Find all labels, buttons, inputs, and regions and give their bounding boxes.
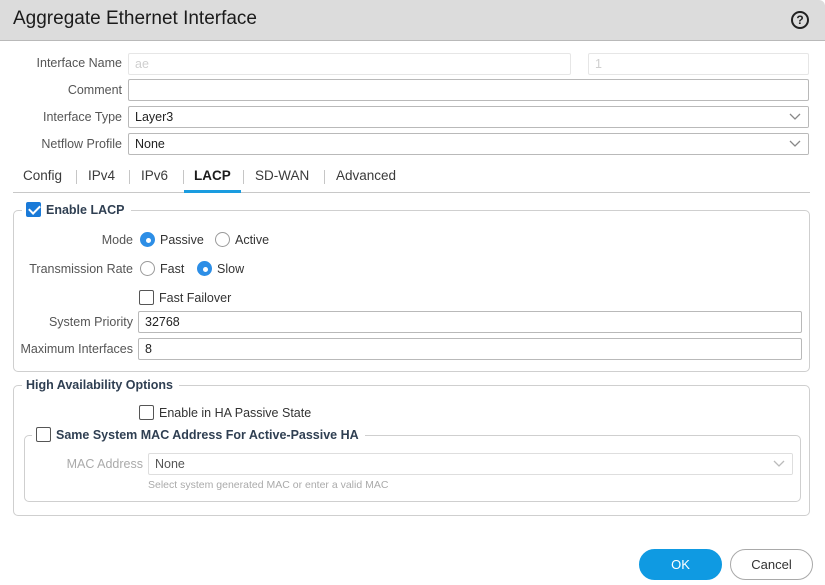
comment-input[interactable] (128, 79, 809, 101)
enable-lacp-label: Enable LACP (46, 202, 125, 217)
netflow-profile-label: Netflow Profile (41, 137, 122, 151)
enable-lacp-checkbox[interactable] (26, 202, 41, 217)
tab-sd-wan[interactable]: SD-WAN (245, 167, 319, 192)
tab-advanced[interactable]: Advanced (326, 167, 406, 192)
interface-type-select[interactable]: Layer3 (128, 106, 809, 128)
interface-type-value: Layer3 (135, 110, 174, 124)
ha-passive-state-label: Enable in HA Passive State (159, 405, 312, 420)
rate-slow-option[interactable]: Slow (197, 261, 244, 276)
dialog-title: Aggregate Ethernet Interface (13, 8, 257, 29)
same-mac-legend: Same System MAC Address For Active-Passi… (32, 427, 365, 442)
mode-passive-radio[interactable] (140, 232, 155, 247)
tab-separator (243, 170, 244, 184)
mode-passive-label: Passive (160, 232, 204, 247)
maximum-interfaces-input[interactable]: 8 (138, 338, 802, 360)
interface-name-label: Interface Name (36, 56, 122, 70)
mac-address-select: None (148, 453, 793, 475)
transmission-rate-label: Transmission Rate (29, 262, 133, 276)
mode-active-radio[interactable] (215, 232, 230, 247)
fast-failover-label: Fast Failover (159, 290, 232, 305)
tab-lacp[interactable]: LACP (184, 167, 241, 193)
mode-passive-option[interactable]: Passive (140, 232, 204, 247)
mac-address-label: MAC Address (66, 457, 143, 471)
fast-failover-option[interactable]: Fast Failover (139, 290, 231, 305)
enable-lacp-legend: Enable LACP (22, 202, 131, 217)
system-priority-label: System Priority (48, 315, 133, 329)
fast-failover-checkbox[interactable] (139, 290, 154, 305)
help-icon[interactable]: ? (791, 11, 809, 29)
rate-slow-radio[interactable] (197, 261, 212, 276)
interface-name-suffix-field: 1 (588, 53, 809, 75)
tab-ipv6[interactable]: IPv6 (131, 167, 178, 192)
rate-slow-label: Slow (217, 261, 245, 276)
ha-passive-state-option[interactable]: Enable in HA Passive State (139, 405, 311, 420)
tab-bar: Config IPv4 IPv6 LACP SD-WAN Advanced (13, 163, 810, 193)
netflow-profile-value: None (135, 137, 165, 151)
tab-ipv4[interactable]: IPv4 (78, 167, 125, 192)
same-mac-checkbox[interactable] (36, 427, 51, 442)
tab-separator (129, 170, 130, 184)
same-mac-label: Same System MAC Address For Active-Passi… (56, 427, 359, 442)
ok-button[interactable]: OK (639, 549, 722, 580)
ha-options-legend: High Availability Options (22, 378, 180, 392)
cancel-button[interactable]: Cancel (730, 549, 813, 580)
tab-config[interactable]: Config (13, 167, 72, 192)
tab-separator (76, 170, 77, 184)
ha-passive-state-checkbox[interactable] (139, 405, 154, 420)
mode-active-option[interactable]: Active (215, 232, 269, 247)
netflow-profile-select[interactable]: None (128, 133, 809, 155)
comment-label: Comment (67, 83, 122, 97)
mode-label: Mode (101, 233, 133, 247)
dialog-header: Aggregate Ethernet Interface ? (0, 0, 825, 41)
ha-options-title: High Availability Options (26, 378, 174, 392)
rate-fast-radio[interactable] (140, 261, 155, 276)
chevron-down-icon[interactable] (782, 134, 808, 154)
mac-address-value: None (155, 457, 185, 471)
chevron-down-icon[interactable] (782, 107, 808, 127)
interface-type-label: Interface Type (43, 110, 122, 124)
interface-name-prefix-field: ae (128, 53, 571, 75)
rate-fast-option[interactable]: Fast (140, 261, 184, 276)
maximum-interfaces-label: Maximum Interfaces (20, 342, 133, 356)
mode-active-label: Active (235, 232, 270, 247)
chevron-down-icon (766, 454, 792, 474)
tab-separator (324, 170, 325, 184)
rate-fast-label: Fast (160, 261, 185, 276)
mac-address-hint: Select system generated MAC or enter a v… (148, 479, 389, 491)
system-priority-input[interactable]: 32768 (138, 311, 802, 333)
